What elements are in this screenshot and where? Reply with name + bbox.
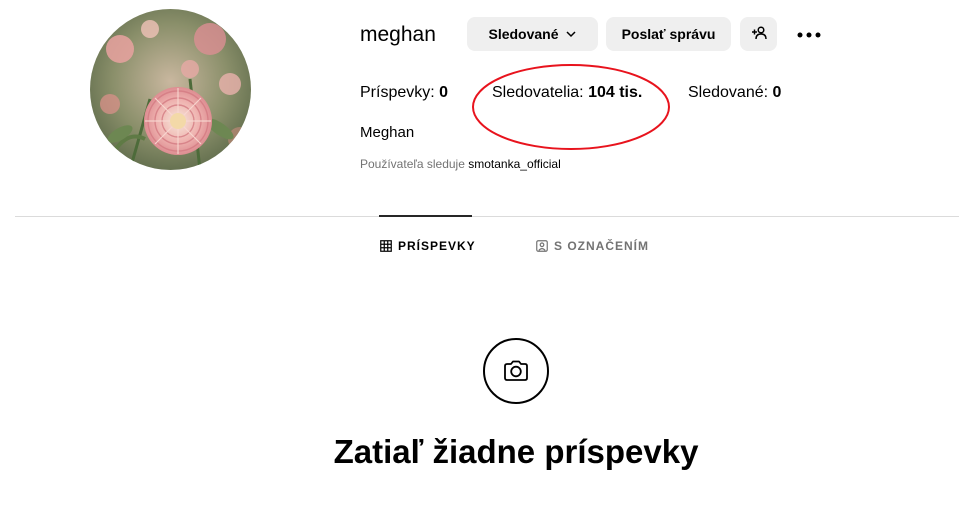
more-options-button[interactable] [792,17,826,51]
add-user-icon [751,25,767,44]
followed-by-account[interactable]: smotanka_official [468,157,561,171]
full-name: Meghan [360,124,415,141]
tab-posts-label: PRÍSPEVKY [398,239,476,253]
camera-icon [504,360,528,381]
followers-value: 104 tis. [588,84,643,101]
active-tab-indicator [379,215,472,217]
username: meghan [360,23,436,46]
tab-tagged[interactable]: S OZNAČENÍM [536,238,649,254]
profile-page: meghan Sledované Poslať správu Príspevky… [0,0,959,532]
following-value: 0 [772,84,782,101]
message-button[interactable]: Poslať správu [606,17,731,51]
following-button-label: Sledované [488,26,559,42]
tab-posts[interactable]: PRÍSPEVKY [380,238,476,254]
annotation-ellipse [472,64,670,150]
followed-by-prefix: Používateľa sleduje [360,157,465,171]
following-label: Sledované: [688,84,769,101]
message-button-label: Poslať správu [621,26,716,42]
suggest-users-button[interactable] [740,17,777,51]
followed-by-text: Používateľa sleduje smotanka_official [360,157,561,172]
posts-value: 0 [439,84,449,101]
tab-tagged-label: S OZNAČENÍM [554,239,649,253]
followers-label: Sledovatelia: [492,84,584,101]
empty-state-circle [483,338,549,404]
avatar[interactable] [90,9,251,170]
more-dots-icon [797,25,821,43]
tagged-icon [536,240,548,252]
posts-count: Príspevky: 0 [360,83,448,103]
tabs-divider [15,216,959,217]
empty-state-title: Zatiaľ žiadne príspevky [333,433,699,470]
posts-label: Príspevky: [360,84,435,101]
followers-count[interactable]: Sledovatelia: 104 tis. [492,83,642,103]
following-button[interactable]: Sledované [467,17,598,51]
flower-avatar-image [90,9,251,170]
grid-icon [380,240,392,252]
chevron-down-icon [565,28,577,40]
following-count[interactable]: Sledované: 0 [688,83,781,103]
